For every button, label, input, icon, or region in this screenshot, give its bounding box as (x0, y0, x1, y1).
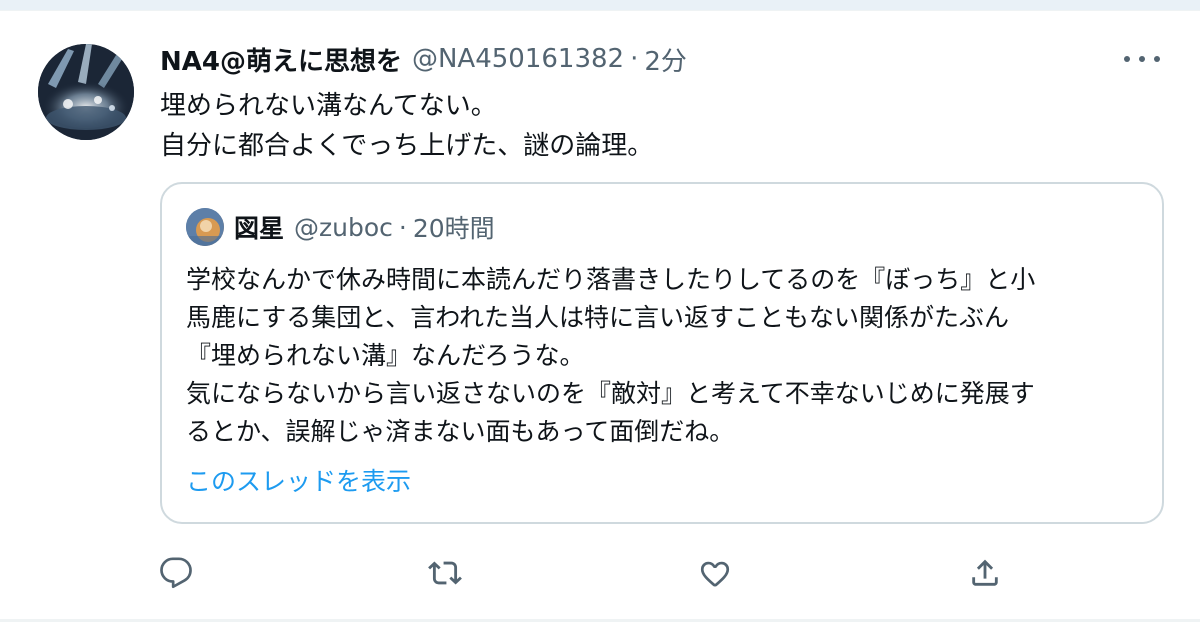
display-name[interactable]: NA4@萌えに思想を (160, 41, 402, 78)
quoted-timestamp[interactable]: 20時間 (413, 209, 495, 245)
more-dot (1124, 56, 1130, 62)
header-separator: · (630, 44, 639, 74)
quoted-display-name[interactable]: 図星 (234, 209, 284, 245)
more-dot (1139, 56, 1145, 62)
quoted-text-line: 馬鹿にする集団と、言われた当人は特に言い返すこともない関係がたぶん (186, 303, 1010, 332)
like-button[interactable] (693, 551, 737, 595)
tweet-timestamp[interactable]: 2分 (644, 41, 687, 78)
quoted-text-line: 気にならないから言い返さないのを『敵対』と考えて不幸ないじめに発展す (186, 379, 1035, 408)
quoted-header: 図星 @zuboc · 20時間 (234, 206, 495, 248)
retweet-button[interactable] (423, 551, 467, 595)
action-bar (0, 551, 1200, 595)
top-band (0, 0, 1200, 11)
quoted-avatar[interactable] (186, 208, 224, 246)
user-handle[interactable]: @NA450161382 (412, 44, 624, 74)
retweet-icon (428, 561, 462, 585)
more-dot (1154, 56, 1160, 62)
quoted-avatar-image (186, 208, 224, 246)
quoted-text-line: 『埋められない溝』なんだろうな。 (186, 341, 585, 370)
avatar[interactable] (38, 44, 134, 140)
share-icon (972, 559, 998, 586)
quoted-tweet[interactable]: 図星 @zuboc · 20時間 学校なんかで休み時間に本読んだり落書きしたりし… (160, 182, 1164, 524)
more-options-icon[interactable] (1124, 51, 1160, 67)
like-icon (700, 561, 730, 587)
tweet-header: NA4@萌えに思想を @NA450161382 · 2分 (160, 39, 687, 79)
quoted-text: 学校なんかで休み時間に本読んだり落書きしたりしてるのを『ぼっち』と小 馬鹿にする… (186, 261, 1136, 451)
quoted-text-line: るとか、誤解じゃ済まない面もあって面倒だね。 (186, 417, 735, 446)
quoted-header-separator: · (398, 212, 407, 242)
tweet[interactable]: NA4@萌えに思想を @NA450161382 · 2分 埋められない溝なんてな… (0, 11, 1200, 622)
reply-button[interactable] (154, 551, 198, 595)
reply-icon (160, 557, 192, 589)
tweet-text: 埋められない溝なんてない。 自分に都合よくでっち上げた、謎の論理。 (160, 86, 1140, 166)
share-button[interactable] (963, 551, 1007, 595)
quoted-text-line: 学校なんかで休み時間に本読んだり落書きしたりしてるのを『ぼっち』と小 (186, 265, 1036, 294)
show-thread-link[interactable]: このスレッドを表示 (186, 463, 411, 501)
avatar-image (38, 44, 134, 140)
tweet-text-line: 埋められない溝なんてない。 (160, 91, 497, 121)
quoted-user-handle[interactable]: @zuboc (294, 213, 393, 242)
tweet-text-line: 自分に都合よくでっち上げた、謎の論理。 (160, 131, 654, 161)
